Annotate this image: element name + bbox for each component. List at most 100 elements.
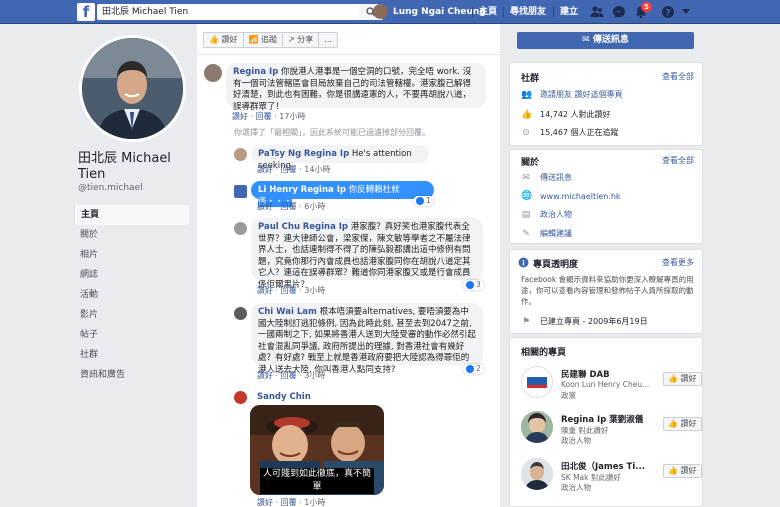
reply-time[interactable]: 3小時 (304, 286, 325, 295)
category-row: ▤ 政治人物 (521, 209, 572, 220)
page-username[interactable]: @tien.michael (78, 183, 143, 193)
created-text: 已建立專頁 - 2009年6月19日 (540, 317, 648, 326)
transparency-see-more[interactable]: 查看更多 (662, 257, 694, 268)
about-message-link[interactable]: 傳送訊息 (540, 172, 572, 183)
related-page-name[interactable]: 田北俊（James Ti... (561, 460, 655, 472)
user-avatar[interactable] (373, 4, 388, 19)
reply-mention[interactable]: Regina Ip (304, 149, 349, 159)
meme-image[interactable]: 人可賤到如此徹底，真不簡單 (250, 405, 384, 495)
reply-author[interactable]: Sandy Chin (257, 392, 311, 402)
related-like-label: 讚好 (680, 419, 697, 428)
reply-reply-link[interactable]: 回覆 (281, 498, 297, 507)
reply-author[interactable]: Chi Wai Lam (258, 307, 317, 317)
reply-time[interactable]: 1小時 (304, 498, 325, 507)
reaction-count[interactable]: 1 (413, 196, 434, 206)
reply-author[interactable]: Li Henry (258, 185, 298, 195)
reply-like-link[interactable]: 讚好 (257, 371, 273, 380)
reply-text: 根本唔須要alternatives, 要唔須要為中國大陸制訂逃犯條例, 因為此時… (258, 307, 476, 375)
globe-icon: 🌐 (521, 191, 533, 201)
chevron-down-icon[interactable] (682, 9, 690, 15)
related-page-avatar[interactable] (521, 458, 553, 490)
flag-icon: ⚑ (521, 316, 531, 327)
reply-avatar[interactable] (234, 391, 247, 404)
reply-like-link[interactable]: 讚好 (257, 165, 273, 174)
related-page-item[interactable]: 民建聯 DAB Koon Lun Henry Cheu... 政黨 👍 讚好 (521, 366, 702, 406)
follow-button[interactable]: 📶 追蹤 (244, 33, 284, 47)
reply-reply-link[interactable]: 回覆 (281, 165, 297, 174)
like-reaction-icon (416, 197, 424, 205)
related-like-button[interactable]: 👍 讚好 (663, 372, 702, 386)
svg-text:?: ? (665, 9, 670, 19)
help-icon[interactable]: ? (661, 5, 675, 19)
related-page-category: 政黨 (561, 391, 576, 400)
comment-time[interactable]: 17小時 (279, 112, 305, 121)
comment-avatar[interactable] (204, 64, 222, 82)
create-link[interactable]: 建立 (560, 0, 578, 24)
nav-community[interactable]: 社群 (74, 345, 189, 365)
reaction-count[interactable]: 3 (463, 280, 484, 290)
divider (553, 7, 554, 17)
reply-time[interactable]: 14小時 (304, 165, 330, 174)
reply-reply-link[interactable]: 回覆 (281, 371, 297, 380)
reply-actions: 讚好 · 回覆 · 14小時 (257, 165, 331, 174)
reply-avatar[interactable] (234, 222, 247, 235)
nav-info-and-ads[interactable]: 資訊和廣告 (74, 365, 189, 385)
related-page-avatar[interactable] (521, 411, 553, 443)
comment-author[interactable]: Regina Ip (233, 67, 278, 77)
nav-videos[interactable]: 影片 (74, 305, 189, 325)
suggest-edits-link[interactable]: 編輯建議 (540, 228, 572, 239)
nav-home[interactable]: 主頁 (74, 205, 189, 225)
nav-about[interactable]: 關於 (74, 225, 189, 245)
related-page-item[interactable]: Regina Ip 葉劉淑儀 陳重 對此讚好 政治人物 👍 讚好 (521, 411, 702, 451)
home-link[interactable]: 主頁 (479, 0, 497, 24)
related-like-button[interactable]: 👍 讚好 (663, 464, 702, 478)
reply-time[interactable]: 3小時 (304, 371, 325, 380)
meme-caption: 人可賤到如此徹底，真不簡單 (260, 468, 374, 494)
related-like-button[interactable]: 👍 讚好 (663, 417, 702, 431)
reply-author[interactable]: Paul Chu (258, 222, 300, 232)
website-link[interactable]: www.michaeltien.hk (540, 192, 621, 201)
reply-avatar[interactable] (234, 307, 247, 320)
share-button[interactable]: ↗ 分享 (283, 33, 320, 47)
nav-posts[interactable]: 帖子 (74, 325, 189, 345)
reply-actions: 讚好 · 回覆 · 1小時 (257, 498, 326, 507)
profile-picture[interactable] (79, 35, 186, 142)
facebook-logo-icon[interactable]: f (77, 3, 95, 21)
about-see-all[interactable]: 查看全部 (662, 155, 694, 166)
related-page-avatar[interactable] (521, 366, 553, 398)
reply-mention[interactable]: Regina Ip (303, 222, 348, 232)
reply-time[interactable]: 6小時 (304, 202, 325, 211)
find-friends-link[interactable]: 尋找朋友 (510, 0, 546, 24)
right-gutter (703, 24, 780, 507)
reply-like-link[interactable]: 讚好 (257, 286, 273, 295)
nav-photos[interactable]: 相片 (74, 245, 189, 265)
reaction-count[interactable]: 2 (463, 364, 484, 374)
notification-count-badge: 5 (641, 2, 652, 12)
reply-author[interactable]: PaTsy Ng (258, 149, 301, 159)
like-button[interactable]: 👍 讚好 (204, 33, 244, 47)
reply-avatar[interactable] (234, 148, 247, 161)
regina-ip-photo-icon (521, 411, 553, 443)
comment-like-link[interactable]: 讚好 (232, 112, 248, 121)
community-see-all[interactable]: 查看全部 (662, 71, 694, 82)
more-button[interactable]: ... (319, 33, 337, 47)
reply-like-link[interactable]: 讚好 (257, 202, 273, 211)
category-link[interactable]: 政治人物 (540, 209, 572, 220)
related-page-name[interactable]: Regina Ip 葉劉淑儀 (561, 413, 655, 425)
reply-reply-link[interactable]: 回覆 (281, 202, 297, 211)
related-like-label: 讚好 (680, 374, 697, 383)
friend-requests-icon[interactable] (590, 5, 604, 19)
comment-reply-link[interactable]: 回覆 (256, 112, 272, 121)
search-input[interactable]: 田北辰 Michael Tien (97, 4, 359, 20)
related-page-name[interactable]: 民建聯 DAB (561, 368, 655, 380)
nav-events[interactable]: 活動 (74, 285, 189, 305)
nav-notes[interactable]: 網誌 (74, 265, 189, 285)
related-page-item[interactable]: 田北俊（James Ti... SK Mak 對此讚好 政治人物 👍 讚好 (521, 458, 702, 498)
reply-mention[interactable]: Regina Ip (300, 185, 346, 195)
messenger-icon[interactable] (612, 5, 626, 19)
reply-like-link[interactable]: 讚好 (257, 498, 273, 507)
send-message-button[interactable]: ✉ 傳送訊息 (517, 32, 694, 49)
reply-avatar[interactable] (234, 185, 247, 198)
invite-friends-link[interactable]: 邀請朋友 讚好這個專頁 (540, 89, 623, 100)
reply-reply-link[interactable]: 回覆 (281, 286, 297, 295)
